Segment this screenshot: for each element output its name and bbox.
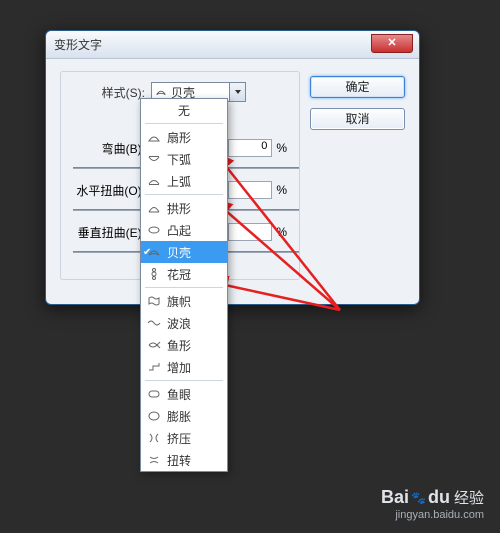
- dropdown-item-squeeze[interactable]: 挤压: [141, 427, 227, 449]
- inflate-icon: [147, 409, 161, 423]
- arc-up-icon: [147, 174, 161, 188]
- dropdown-label: 增加: [167, 359, 191, 376]
- dropdown-item-arc-down[interactable]: 下弧: [141, 148, 227, 170]
- dropdown-label: 膨胀: [167, 408, 191, 425]
- dropdown-label: 挤压: [167, 430, 191, 447]
- dropdown-item-twist[interactable]: 扭转: [141, 449, 227, 471]
- flag-icon: [147, 294, 161, 308]
- dropdown-item-arch[interactable]: 拱形: [141, 197, 227, 219]
- arch-icon: [147, 201, 161, 215]
- dropdown-item-none[interactable]: 无: [141, 99, 227, 121]
- dropdown-separator: [145, 123, 223, 124]
- flower-icon: [147, 267, 161, 281]
- squeeze-icon: [147, 431, 161, 445]
- dialog-title: 变形文字: [54, 36, 102, 53]
- style-dropdown: 无 扇形下弧上弧 拱形凸起 ✔ 贝壳花冠 旗帜波浪鱼形增加 鱼眼膨胀挤压扭转: [140, 98, 228, 472]
- titlebar[interactable]: 变形文字 ✕: [46, 31, 419, 59]
- none-label: 无: [178, 102, 190, 119]
- bend-label: 弯曲(B):: [73, 140, 145, 157]
- watermark-url: jingyan.baidu.com: [381, 509, 484, 521]
- dropdown-label: 扇形: [167, 129, 191, 146]
- shell-icon: [155, 86, 167, 98]
- twist-icon: [147, 453, 161, 467]
- wave-icon: [147, 316, 161, 330]
- dropdown-separator: [145, 380, 223, 381]
- v-distort-label: 垂直扭曲(E):: [73, 224, 145, 241]
- percent-label: %: [276, 225, 287, 239]
- dropdown-item-fish[interactable]: 鱼形: [141, 334, 227, 356]
- dropdown-label: 贝壳: [167, 244, 191, 261]
- close-button[interactable]: ✕: [371, 34, 413, 53]
- h-distort-label: 水平扭曲(O):: [73, 182, 145, 199]
- dialog-buttons: 确定 取消: [310, 76, 405, 140]
- dropdown-label: 凸起: [167, 222, 191, 239]
- dropdown-label: 鱼形: [167, 337, 191, 354]
- chevron-down-icon: [229, 83, 245, 101]
- cancel-button[interactable]: 取消: [310, 108, 405, 130]
- dropdown-label: 拱形: [167, 200, 191, 217]
- close-icon: ✕: [387, 37, 396, 49]
- dropdown-label: 花冠: [167, 266, 191, 283]
- arc-down-icon: [147, 152, 161, 166]
- dropdown-item-inflate[interactable]: 膨胀: [141, 405, 227, 427]
- dropdown-item-flag[interactable]: 旗帜: [141, 290, 227, 312]
- ok-button[interactable]: 确定: [310, 76, 405, 98]
- fan-icon: [147, 130, 161, 144]
- watermark-brand: Bai 🐾 du 经验: [381, 487, 484, 508]
- dropdown-label: 上弧: [167, 173, 191, 190]
- dropdown-label: 鱼眼: [167, 386, 191, 403]
- dropdown-item-wave[interactable]: 波浪: [141, 312, 227, 334]
- dropdown-item-bulge[interactable]: 凸起: [141, 219, 227, 241]
- watermark: Bai 🐾 du 经验 jingyan.baidu.com: [381, 487, 484, 521]
- dropdown-label: 波浪: [167, 315, 191, 332]
- rise-icon: [147, 360, 161, 374]
- bulge-icon: [147, 223, 161, 237]
- dropdown-separator: [145, 194, 223, 195]
- dropdown-item-flower[interactable]: 花冠: [141, 263, 227, 285]
- dropdown-item-arc-up[interactable]: 上弧: [141, 170, 227, 192]
- dropdown-label: 扭转: [167, 452, 191, 469]
- warp-text-dialog: 变形文字 ✕ 样式(S): 贝壳: [45, 30, 420, 305]
- paw-icon: 🐾: [411, 491, 426, 505]
- dropdown-item-fan[interactable]: 扇形: [141, 126, 227, 148]
- dropdown-separator: [145, 287, 223, 288]
- percent-label: %: [276, 183, 287, 197]
- check-icon: ✔: [143, 247, 151, 258]
- dropdown-item-shell[interactable]: ✔ 贝壳: [141, 241, 227, 263]
- dropdown-item-rise[interactable]: 增加: [141, 356, 227, 378]
- dropdown-label: 旗帜: [167, 293, 191, 310]
- fish-icon: [147, 338, 161, 352]
- percent-label: %: [276, 141, 287, 155]
- bend-input[interactable]: 0: [228, 139, 272, 157]
- dropdown-label: 下弧: [167, 151, 191, 168]
- fisheye-icon: [147, 387, 161, 401]
- h-distort-input[interactable]: [228, 181, 272, 199]
- dropdown-item-fisheye[interactable]: 鱼眼: [141, 383, 227, 405]
- style-label: 样式(S):: [73, 84, 145, 101]
- v-distort-input[interactable]: [228, 223, 272, 241]
